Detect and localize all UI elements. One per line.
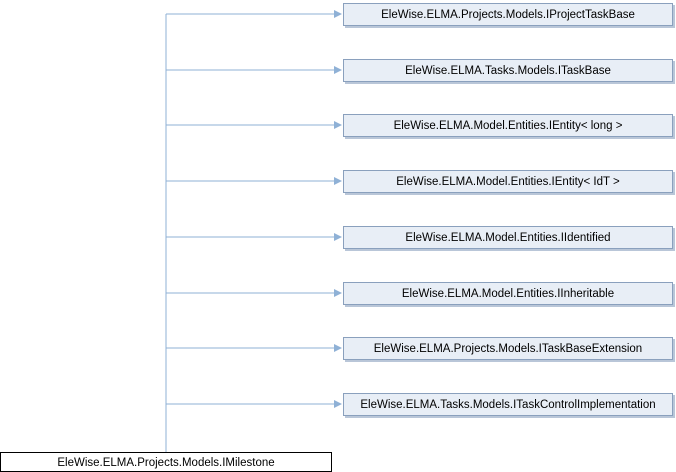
arrow-head-icon: [334, 10, 342, 18]
base-class-label: EleWise.ELMA.Model.Entities.IInheritable: [402, 288, 614, 300]
base-class-label: EleWise.ELMA.Projects.Models.IProjectTas…: [381, 9, 635, 21]
base-class-node-elewise-elma-tasks-models-itaskbase[interactable]: EleWise.ELMA.Tasks.Models.ITaskBase: [343, 59, 676, 85]
arrow-head-icon: [334, 121, 342, 129]
arrow-head-icon: [334, 177, 342, 185]
base-class-node-elewise-elma-model-entities-ientity-long[interactable]: EleWise.ELMA.Model.Entities.IEntity< lon…: [343, 114, 676, 140]
base-class-node-elewise-elma-tasks-models-itaskcontrolimplementation[interactable]: EleWise.ELMA.Tasks.Models.ITaskControlIm…: [343, 393, 676, 419]
base-class-label: EleWise.ELMA.Model.Entities.IIdentified: [405, 232, 610, 244]
arrow-head-icon: [334, 344, 342, 352]
base-class-node-elewise-elma-model-entities-ientity-idt[interactable]: EleWise.ELMA.Model.Entities.IEntity< IdT…: [343, 170, 676, 196]
base-class-label: EleWise.ELMA.Model.Entities.IEntity< IdT…: [396, 176, 620, 188]
root-class-label: EleWise.ELMA.Projects.Models.IMilestone: [57, 457, 274, 469]
base-class-label: EleWise.ELMA.Tasks.Models.ITaskControlIm…: [360, 399, 655, 411]
base-class-label: EleWise.ELMA.Tasks.Models.ITaskBase: [405, 65, 611, 77]
base-class-node-elewise-elma-model-entities-iidentified[interactable]: EleWise.ELMA.Model.Entities.IIdentified: [343, 226, 676, 252]
arrow-head-icon: [334, 289, 342, 297]
base-class-node-elewise-elma-projects-models-iprojecttaskbase[interactable]: EleWise.ELMA.Projects.Models.IProjectTas…: [343, 3, 676, 29]
base-class-node-elewise-elma-projects-models-itaskbaseextension[interactable]: EleWise.ELMA.Projects.Models.ITaskBaseEx…: [343, 337, 676, 363]
base-class-label: EleWise.ELMA.Projects.Models.ITaskBaseEx…: [374, 343, 642, 355]
base-class-label: EleWise.ELMA.Model.Entities.IEntity< lon…: [394, 120, 623, 132]
base-classes-group: EleWise.ELMA.Projects.Models.IProjectTas…: [166, 3, 676, 419]
arrow-head-icon: [334, 233, 342, 241]
arrow-head-icon: [334, 400, 342, 408]
inheritance-diagram: EleWise.ELMA.Projects.Models.IProjectTas…: [0, 3, 676, 472]
root-class-node[interactable]: EleWise.ELMA.Projects.Models.IMilestone: [0, 452, 332, 472]
arrow-head-icon: [334, 66, 342, 74]
base-class-node-elewise-elma-model-entities-iinheritable[interactable]: EleWise.ELMA.Model.Entities.IInheritable: [343, 282, 676, 308]
